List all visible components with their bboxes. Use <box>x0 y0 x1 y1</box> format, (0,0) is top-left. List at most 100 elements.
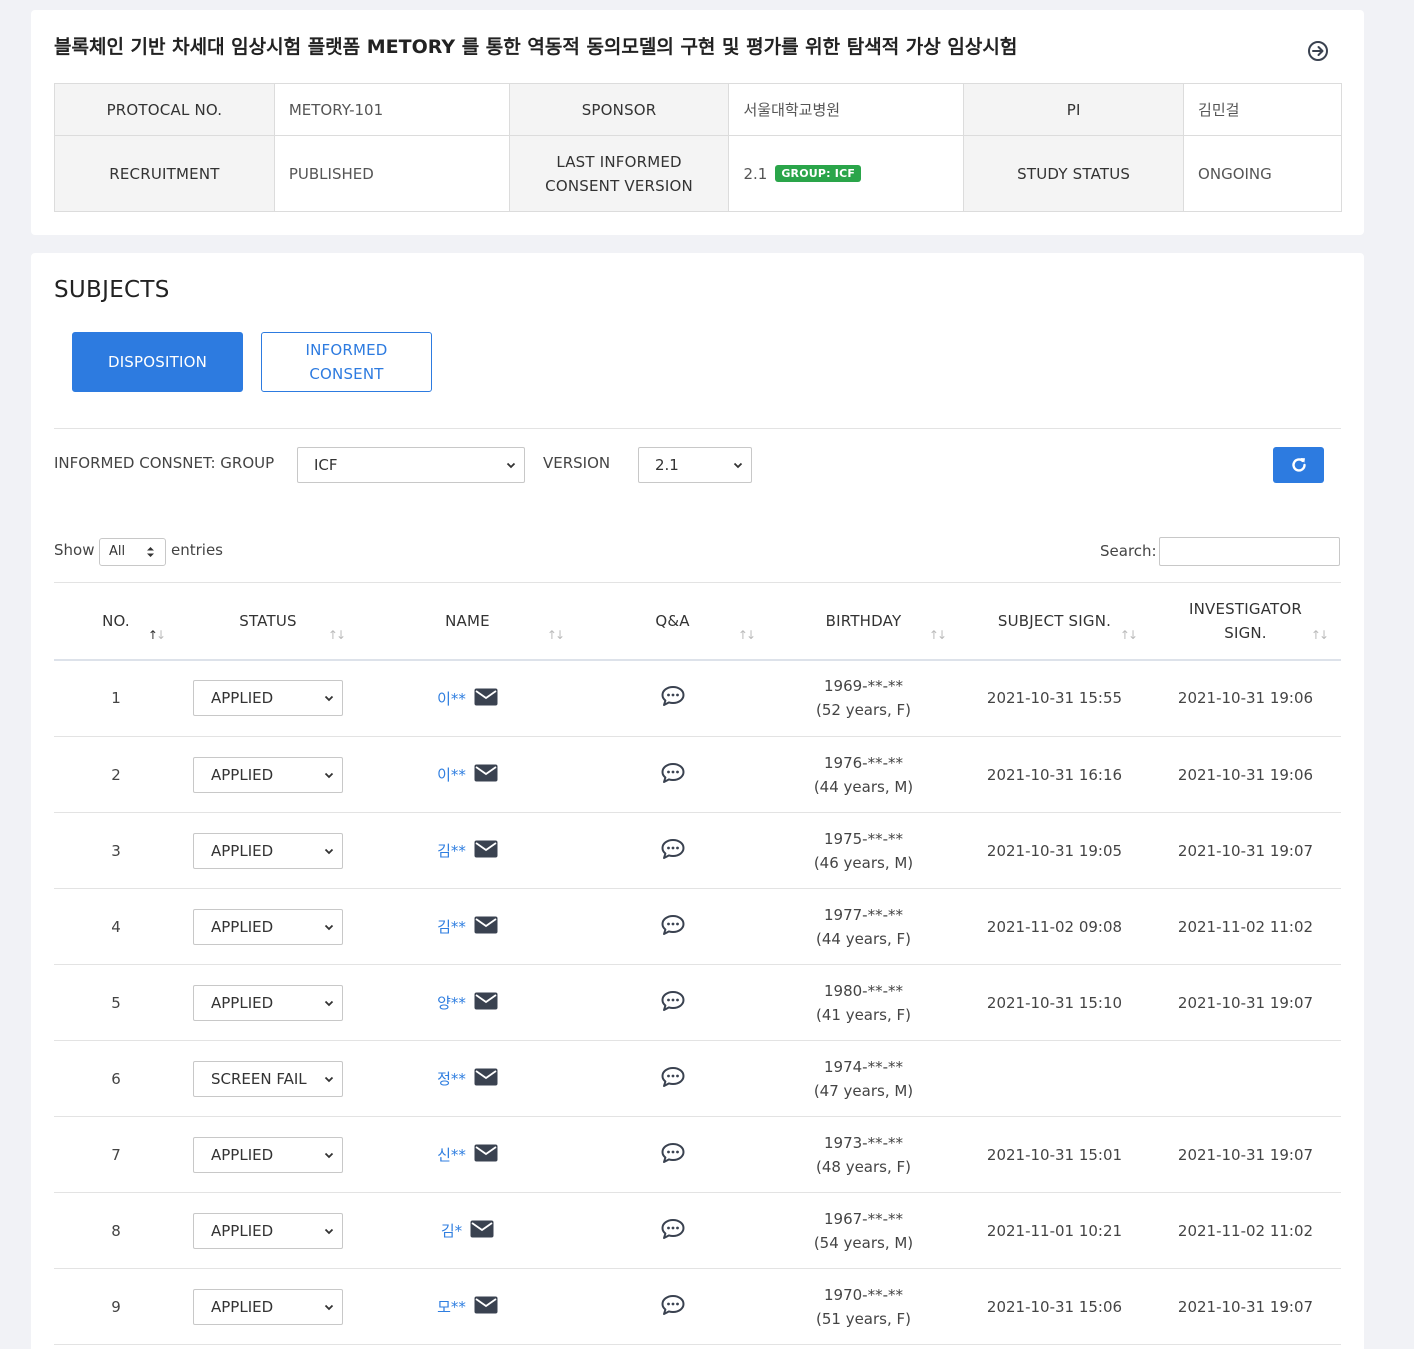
status-select-value: APPLIED <box>211 765 274 784</box>
subject-name-link[interactable]: 양** <box>437 994 466 1012</box>
row-no: 2 <box>54 736 178 813</box>
chat-bubble-icon[interactable] <box>661 1066 685 1088</box>
status-select[interactable]: SCREEN FAIL <box>193 1060 343 1097</box>
age-sex-value: (44 years, M) <box>813 777 914 796</box>
chevron-down-icon <box>324 696 334 702</box>
arrow-circle-right-icon[interactable] <box>1307 40 1329 62</box>
chat-bubble-icon[interactable] <box>661 1218 685 1240</box>
version-select[interactable]: 2.1 <box>638 447 752 483</box>
group-select[interactable]: ICF <box>297 447 525 483</box>
envelope-icon[interactable] <box>474 992 498 1010</box>
chat-bubble-icon[interactable] <box>661 914 685 936</box>
row-birthday-cell: 1973-**-** (48 years, F) <box>768 1116 959 1193</box>
chat-bubble-icon[interactable] <box>661 838 685 860</box>
column-header-name-label: NAME <box>445 611 490 630</box>
row-no: 9 <box>54 1268 178 1345</box>
subject-name-link[interactable]: 김* <box>441 1222 462 1240</box>
column-header-investigator-sign[interactable]: INVESTIGATOR SIGN. ↑↓ <box>1150 582 1341 661</box>
subject-name-link[interactable]: 김** <box>437 918 466 936</box>
row-subject-sign: 2021-10-31 15:06 <box>959 1268 1150 1345</box>
envelope-icon[interactable] <box>474 1144 498 1162</box>
status-select[interactable]: APPLIED <box>193 832 343 869</box>
tab-disposition[interactable]: DISPOSITION <box>72 332 243 392</box>
chevron-down-icon <box>324 1076 334 1082</box>
table-row: 7 APPLIED 신** 1973-**-** (48 years, F) 2021-1… <box>54 1116 1341 1193</box>
row-birthday-cell: 1976-**-** (44 years, M) <box>768 736 959 813</box>
study-status-value[interactable]: ONGOING <box>1183 135 1342 212</box>
envelope-icon[interactable] <box>474 764 498 782</box>
subject-name-link[interactable]: 이** <box>437 690 466 708</box>
row-subject-sign <box>959 1040 1150 1117</box>
envelope-icon[interactable] <box>474 1296 498 1314</box>
envelope-icon[interactable] <box>474 688 498 706</box>
chat-bubble-icon[interactable] <box>661 762 685 784</box>
chat-bubble-icon[interactable] <box>661 685 685 707</box>
column-header-status[interactable]: STATUS ↑↓ <box>178 582 358 661</box>
chat-bubble-icon[interactable] <box>661 1294 685 1316</box>
envelope-icon[interactable] <box>474 840 498 858</box>
row-qa-cell <box>577 1116 768 1193</box>
sort-icon: ↑↓ <box>327 628 346 642</box>
sponsor-value: 서울대학교병원 <box>728 83 965 136</box>
search-input[interactable] <box>1159 537 1340 566</box>
row-status-cell: APPLIED <box>178 1192 358 1269</box>
envelope-icon[interactable] <box>474 916 498 934</box>
status-select[interactable]: APPLIED <box>193 1288 343 1325</box>
status-select[interactable]: APPLIED <box>193 1136 343 1173</box>
row-name-cell: 모** <box>358 1268 577 1345</box>
subject-name-link[interactable]: 김** <box>437 842 466 860</box>
status-select[interactable]: APPLIED <box>193 1212 343 1249</box>
chat-bubble-icon[interactable] <box>661 1142 685 1164</box>
subjects-table-body: 1 APPLIED 이** 1969-**-** (52 years, F) 2021-1… <box>54 659 1341 1345</box>
status-select[interactable]: APPLIED <box>193 680 343 717</box>
birthday-value: 1970-**-** <box>824 1285 903 1304</box>
subject-name-link[interactable]: 신** <box>437 1146 466 1164</box>
chevron-down-icon <box>324 924 334 930</box>
row-qa-cell <box>577 1192 768 1269</box>
group-filter-label: INFORMED CONSNET: GROUP <box>54 454 275 472</box>
version-select-value: 2.1 <box>655 456 679 474</box>
column-header-birthday[interactable]: BIRTHDAY ↑↓ <box>768 582 959 661</box>
row-investigator-sign <box>1150 1040 1341 1117</box>
subject-name-link[interactable]: 모** <box>437 1298 466 1316</box>
row-qa-cell <box>577 736 768 813</box>
row-status-cell: APPLIED <box>178 964 358 1041</box>
column-header-qa-label: Q&A <box>655 611 690 630</box>
column-header-name[interactable]: NAME ↑↓ <box>358 582 577 661</box>
row-subject-sign: 2021-10-31 15:10 <box>959 964 1150 1041</box>
column-header-no[interactable]: NO. ↑↓ <box>54 582 178 661</box>
table-row: 4 APPLIED 김** 1977-**-** (44 years, F) 2021-1… <box>54 888 1341 965</box>
status-select[interactable]: APPLIED <box>193 984 343 1021</box>
column-header-subject-sign[interactable]: SUBJECT SIGN. ↑↓ <box>959 582 1150 661</box>
column-header-qa[interactable]: Q&A ↑↓ <box>577 582 768 661</box>
row-no: 5 <box>54 964 178 1041</box>
study-title: 블록체인 기반 차세대 임상시험 플랫폼 METORY 를 통한 역동적 동의모… <box>54 36 1018 58</box>
row-investigator-sign: 2021-11-02 11:02 <box>1150 1192 1341 1269</box>
show-label: Show <box>54 541 95 559</box>
status-select[interactable]: APPLIED <box>193 756 343 793</box>
subject-name-link[interactable]: 이** <box>437 766 466 784</box>
row-birthday-cell: 1977-**-** (44 years, F) <box>768 888 959 965</box>
envelope-icon[interactable] <box>470 1220 494 1238</box>
birthday-value: 1974-**-** <box>824 1057 903 1076</box>
sponsor-label: SPONSOR <box>508 83 730 136</box>
tab-informed-consent[interactable]: INFORMED CONSENT <box>261 332 432 392</box>
envelope-icon[interactable] <box>474 1068 498 1086</box>
refresh-button[interactable] <box>1273 447 1324 483</box>
sort-icon: ↑↓ <box>546 628 565 642</box>
status-select[interactable]: APPLIED <box>193 908 343 945</box>
row-investigator-sign: 2021-10-31 19:06 <box>1150 659 1341 737</box>
row-birthday-cell: 1975-**-** (46 years, M) <box>768 812 959 889</box>
row-name-cell: 김** <box>358 888 577 965</box>
subject-name-link[interactable]: 정** <box>437 1070 466 1088</box>
entries-select[interactable]: All <box>99 538 166 566</box>
row-subject-sign: 2021-10-31 15:55 <box>959 659 1150 737</box>
chat-bubble-icon[interactable] <box>661 990 685 1012</box>
row-subject-sign: 2021-11-01 10:21 <box>959 1192 1150 1269</box>
row-status-cell: APPLIED <box>178 812 358 889</box>
column-header-subject-sign-label: SUBJECT SIGN. <box>997 611 1112 630</box>
age-sex-value: (41 years, F) <box>815 1005 911 1024</box>
sort-icon: ↑↓ <box>1310 628 1329 642</box>
table-row: 3 APPLIED 김** 1975-**-** (46 years, M) 2021-1… <box>54 812 1341 889</box>
row-status-cell: APPLIED <box>178 1116 358 1193</box>
